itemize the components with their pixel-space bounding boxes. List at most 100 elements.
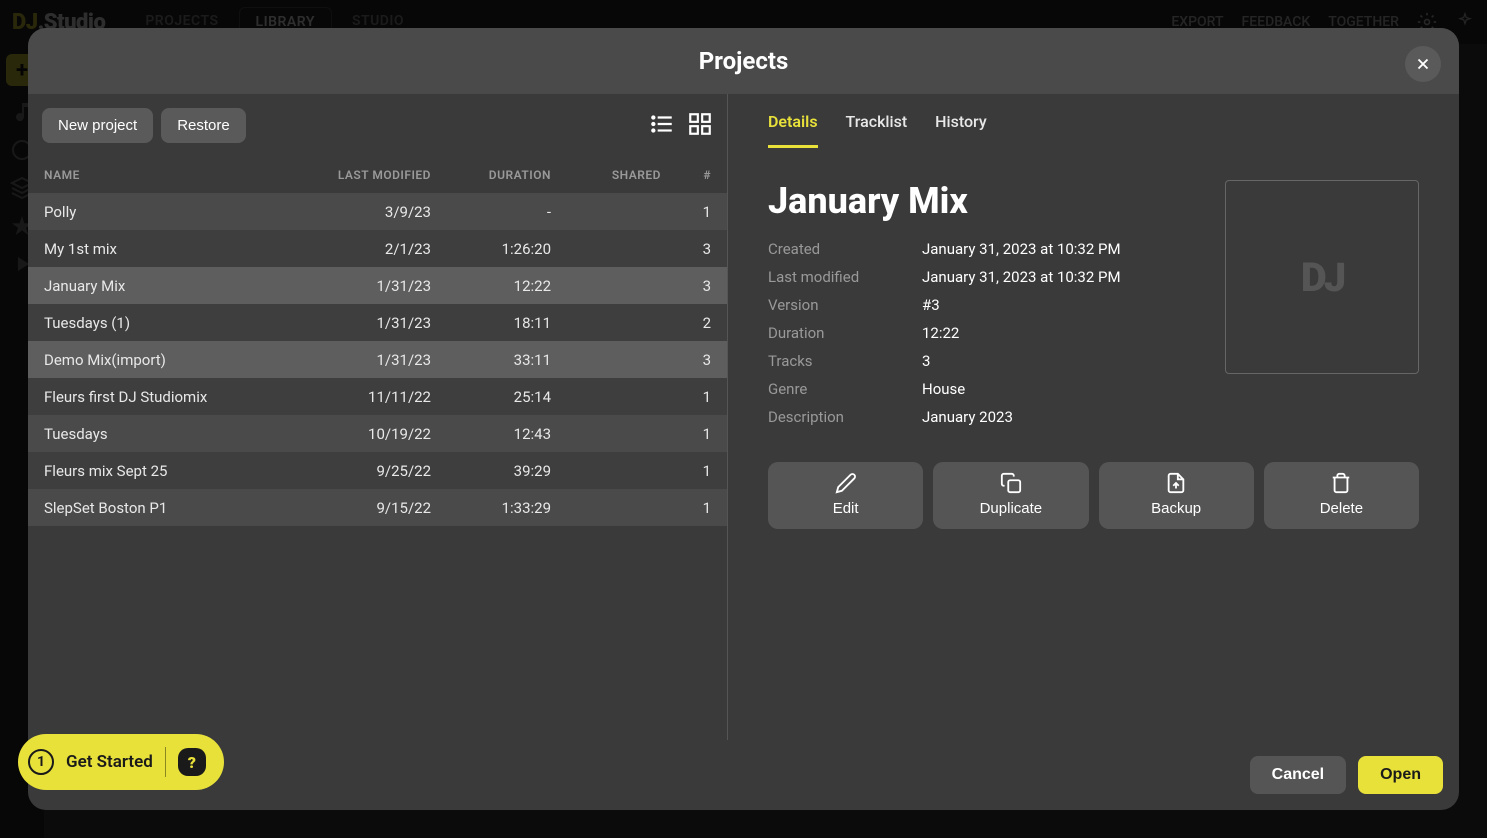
- meta-version-label: Version: [768, 296, 918, 314]
- new-project-button[interactable]: New project: [42, 108, 153, 143]
- table-row[interactable]: My 1st mix2/1/231:26:20 3: [28, 230, 727, 267]
- meta-genre-label: Genre: [768, 380, 918, 398]
- table-rows: Polly3/9/23-1My 1st mix2/1/231:26:203Jan…: [28, 193, 727, 526]
- backup-icon: [1165, 472, 1187, 494]
- edit-label: Edit: [833, 500, 859, 517]
- detail-tabs: Details Tracklist History: [768, 94, 1419, 148]
- cell-duration: 18:11: [431, 314, 551, 332]
- meta-duration-label: Duration: [768, 324, 918, 342]
- list-icon: [649, 111, 675, 137]
- details-left: January Mix CreatedJanuary 31, 2023 at 1…: [768, 180, 1197, 436]
- cell-count: 1: [661, 462, 711, 480]
- panel-left-top: New project Restore: [28, 94, 727, 157]
- projects-modal: Projects New project Restore: [28, 28, 1459, 810]
- divider: [165, 747, 166, 777]
- tab-history[interactable]: History: [935, 112, 987, 148]
- modal-body: New project Restore NAME LAST MODIFIED D…: [28, 94, 1459, 740]
- modal-header: Projects: [28, 28, 1459, 94]
- get-started-pill[interactable]: 1 Get Started ?: [18, 734, 224, 790]
- modal-title: Projects: [699, 47, 789, 75]
- th-shared[interactable]: SHARED: [551, 168, 661, 182]
- panel-left: New project Restore NAME LAST MODIFIED D…: [28, 94, 728, 740]
- get-started-label: Get Started: [66, 752, 153, 772]
- cell-last-modified: 2/1/23: [291, 240, 431, 258]
- table-header: NAME LAST MODIFIED DURATION SHARED #: [28, 157, 727, 193]
- table-row[interactable]: Fleurs first DJ Studiomix11/11/2225:141: [28, 378, 727, 415]
- delete-button[interactable]: Delete: [1264, 462, 1419, 529]
- backup-button[interactable]: Backup: [1099, 462, 1254, 529]
- tab-tracklist[interactable]: Tracklist: [846, 112, 908, 148]
- cell-count: 1: [661, 425, 711, 443]
- table-row[interactable]: Tuesdays (1)1/31/2318:112: [28, 304, 727, 341]
- help-icon[interactable]: ?: [178, 748, 206, 776]
- list-view-button[interactable]: [649, 111, 675, 141]
- get-started-step: 1: [28, 749, 54, 775]
- cell-count: 1: [661, 388, 711, 406]
- cell-count: 3: [661, 277, 711, 295]
- cell-duration: 39:29: [431, 462, 551, 480]
- cell-name: Tuesdays (1): [44, 314, 291, 332]
- meta-duration-value: 12:22: [922, 324, 1197, 342]
- cell-last-modified: 3/9/23: [291, 203, 431, 221]
- meta-genre-value: House: [922, 380, 1197, 398]
- edit-icon: [835, 472, 857, 494]
- open-button[interactable]: Open: [1358, 756, 1443, 794]
- cell-name: January Mix: [44, 277, 291, 295]
- cell-duration: 1:26:20: [431, 240, 551, 258]
- edit-button[interactable]: Edit: [768, 462, 923, 529]
- cell-name: Fleurs first DJ Studiomix: [44, 388, 291, 406]
- cell-count: 1: [661, 499, 711, 517]
- cancel-button[interactable]: Cancel: [1250, 756, 1346, 794]
- cell-last-modified: 9/15/22: [291, 499, 431, 517]
- cell-duration: 12:22: [431, 277, 551, 295]
- restore-button[interactable]: Restore: [161, 108, 246, 143]
- cell-last-modified: 1/31/23: [291, 277, 431, 295]
- cell-name: My 1st mix: [44, 240, 291, 258]
- cell-count: 1: [661, 203, 711, 221]
- modal-footer: Cancel Open: [28, 740, 1459, 810]
- cell-last-modified: 10/19/22: [291, 425, 431, 443]
- project-thumbnail: DJ: [1225, 180, 1419, 374]
- th-count[interactable]: #: [661, 168, 711, 182]
- project-title: January Mix: [768, 180, 1197, 222]
- meta-version-value: #3: [922, 296, 1197, 314]
- table-row[interactable]: Polly3/9/23- 1: [28, 193, 727, 230]
- close-button[interactable]: [1405, 46, 1441, 82]
- delete-icon: [1330, 472, 1352, 494]
- table-row[interactable]: January Mix1/31/2312:22 3: [28, 267, 727, 304]
- project-table: NAME LAST MODIFIED DURATION SHARED # Pol…: [28, 157, 727, 740]
- cell-name: Demo Mix(import): [44, 351, 291, 369]
- cell-count: 3: [661, 240, 711, 258]
- meta-modified-value: January 31, 2023 at 10:32 PM: [922, 268, 1197, 286]
- details-content: January Mix CreatedJanuary 31, 2023 at 1…: [768, 148, 1419, 436]
- cell-duration: -: [431, 203, 551, 221]
- meta-created-value: January 31, 2023 at 10:32 PM: [922, 240, 1197, 258]
- meta-created-label: Created: [768, 240, 918, 258]
- cell-duration: 33:11: [431, 351, 551, 369]
- duplicate-button[interactable]: Duplicate: [933, 462, 1088, 529]
- cell-duration: 12:43: [431, 425, 551, 443]
- table-row[interactable]: Tuesdays10/19/2212:43 1: [28, 415, 727, 452]
- view-toggles: [649, 111, 713, 141]
- table-row[interactable]: Fleurs mix Sept 259/25/2239:291: [28, 452, 727, 489]
- delete-label: Delete: [1320, 500, 1363, 517]
- cell-name: Polly: [44, 203, 291, 221]
- tab-details[interactable]: Details: [768, 112, 818, 148]
- th-duration[interactable]: DURATION: [431, 168, 551, 182]
- cell-last-modified: 1/31/23: [291, 314, 431, 332]
- cell-last-modified: 9/25/22: [291, 462, 431, 480]
- meta-tracks-value: 3: [922, 352, 1197, 370]
- meta-tracks-label: Tracks: [768, 352, 918, 370]
- cell-count: 3: [661, 351, 711, 369]
- thumbnail-logo-icon: DJ: [1301, 254, 1343, 301]
- grid-view-button[interactable]: [687, 111, 713, 141]
- backup-label: Backup: [1151, 500, 1201, 517]
- cell-name: SlepSet Boston P1: [44, 499, 291, 517]
- th-name[interactable]: NAME: [44, 168, 291, 182]
- cell-name: Tuesdays: [44, 425, 291, 443]
- th-last-modified[interactable]: LAST MODIFIED: [291, 168, 431, 182]
- table-row[interactable]: Demo Mix(import)1/31/2333:113: [28, 341, 727, 378]
- table-row[interactable]: SlepSet Boston P19/15/221:33:291: [28, 489, 727, 526]
- meta-description-value: January 2023: [922, 408, 1197, 426]
- panel-right: Details Tracklist History January Mix Cr…: [728, 94, 1459, 740]
